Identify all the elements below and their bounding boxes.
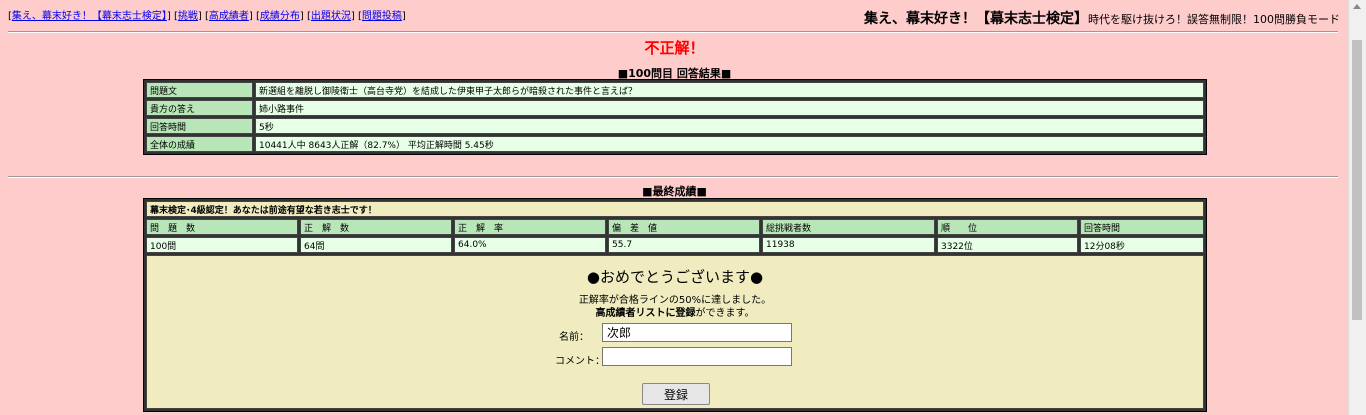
divider bbox=[8, 31, 1338, 33]
row-label: 貴方の答え bbox=[146, 100, 253, 116]
registration-message: 正解率が合格ラインの50%に達しました。 高成績者リストに登録ができます。 bbox=[147, 294, 1203, 320]
site-subtitle: 時代を駆け抜けろ！誤答無制限！100問勝負モード bbox=[1088, 13, 1340, 26]
row-value: 5秒 bbox=[255, 118, 1204, 134]
row-label: 問題文 bbox=[146, 82, 253, 98]
registration-row: ●おめでとうございます● 正解率が合格ラインの50%に達しました。 高成績者リス… bbox=[146, 255, 1204, 409]
comment-input[interactable] bbox=[602, 347, 792, 366]
registration-panel: ●おめでとうございます● 正解率が合格ラインの50%に達しました。 高成績者リス… bbox=[146, 255, 1204, 409]
table-row: 回答時間 5秒 bbox=[146, 118, 1204, 134]
table-header-row: 問 題 数 正 解 数 正 解 率 偏 差 値 総挑戦者数 順 位 回答時間 bbox=[146, 219, 1204, 235]
top-nav: [集え、幕末好き！【幕末志士検定】] [挑戦] [高成績者] [成績分布] [出… bbox=[8, 7, 406, 22]
row-value: 新選組を離脱し御陵衛士（高台寺党）を結成した伊東甲子太郎らが暗殺された事件と言え… bbox=[255, 82, 1204, 98]
nav-link-high-scores[interactable]: 高成績者 bbox=[209, 11, 249, 22]
table-row: 全体の成績 10441人中 8643人正解（82.7%） 平均正解時間 5.45… bbox=[146, 136, 1204, 152]
table-cell: 11938 bbox=[762, 237, 935, 253]
column-header: 回答時間 bbox=[1080, 219, 1204, 235]
table-cell: 12分08秒 bbox=[1080, 237, 1204, 253]
row-label: 全体の成績 bbox=[146, 136, 253, 152]
row-value: 姉小路事件 bbox=[255, 100, 1204, 116]
column-header: 偏 差 値 bbox=[608, 219, 760, 235]
nav-link-question-status[interactable]: 出題状況 bbox=[311, 11, 351, 22]
vertical-scrollbar[interactable] bbox=[1348, 0, 1366, 415]
nav-link-challenge[interactable]: 挑戦 bbox=[178, 11, 198, 22]
answer-result-table: 問題文 新選組を離脱し御陵衛士（高台寺党）を結成した伊東甲子太郎らが暗殺された事… bbox=[143, 79, 1207, 155]
column-header: 順 位 bbox=[937, 219, 1078, 235]
table-cell: 3322位 bbox=[937, 237, 1078, 253]
table-row: 貴方の答え 姉小路事件 bbox=[146, 100, 1204, 116]
comment-label: コメント： bbox=[555, 356, 605, 367]
row-value: 10441人中 8643人正解（82.7%） 平均正解時間 5.45秒 bbox=[255, 136, 1204, 152]
message-text: ができます。 bbox=[695, 308, 755, 319]
message-line: 正解率が合格ラインの50%に達しました。 bbox=[578, 295, 772, 306]
nav-bracket: [ bbox=[170, 11, 178, 22]
rank-message-row: 幕末検定･4級認定！あなたは前途有望な若き志士です！ bbox=[146, 201, 1204, 217]
table-cell: 64.0% bbox=[454, 237, 606, 253]
nav-bracket: [ bbox=[252, 11, 260, 22]
nav-link-submit-question[interactable]: 問題投稿 bbox=[362, 11, 402, 22]
table-cell: 55.7 bbox=[608, 237, 760, 253]
nav-bracket: [ bbox=[354, 11, 362, 22]
rank-message: 幕末検定･4級認定！あなたは前途有望な若き志士です！ bbox=[146, 201, 1204, 217]
table-cell: 64問 bbox=[300, 237, 452, 253]
name-input[interactable] bbox=[602, 323, 792, 342]
name-label: 名前： bbox=[559, 332, 589, 343]
scrollbar-thumb[interactable] bbox=[1352, 40, 1362, 320]
divider bbox=[8, 176, 1338, 178]
site-title: 集え、幕末好き！【幕末志士検定】 bbox=[864, 11, 1088, 27]
table-row: 100問 64問 64.0% 55.7 11938 3322位 12分08秒 bbox=[146, 237, 1204, 253]
column-header: 総挑戦者数 bbox=[762, 219, 935, 235]
register-button[interactable]: 登録 bbox=[642, 383, 710, 405]
nav-bracket: [ bbox=[303, 11, 311, 22]
table-row: 問題文 新選組を離脱し御陵衛士（高台寺党）を結成した伊東甲子太郎らが暗殺された事… bbox=[146, 82, 1204, 98]
verdict-text: 不正解！ bbox=[644, 39, 705, 57]
column-header: 問 題 数 bbox=[146, 219, 298, 235]
scroll-up-icon[interactable] bbox=[1353, 4, 1361, 9]
final-result-caption: ■最終成績■ bbox=[642, 185, 707, 198]
final-result-table: 幕末検定･4級認定！あなたは前途有望な若き志士です！ 問 題 数 正 解 数 正… bbox=[143, 198, 1207, 412]
nav-bracket: ] bbox=[401, 11, 406, 22]
nav-link-score-distribution[interactable]: 成績分布 bbox=[260, 11, 300, 22]
row-label: 回答時間 bbox=[146, 118, 253, 134]
message-line: 高成績者リストに登録ができます。 bbox=[147, 307, 1203, 320]
site-brand: 集え、幕末好き！【幕末志士検定】時代を駆け抜けろ！誤答無制限！100問勝負モード bbox=[864, 8, 1340, 28]
table-cell: 100問 bbox=[146, 237, 298, 253]
message-emphasis: 高成績者リストに登録 bbox=[595, 308, 696, 319]
congrats-heading: ●おめでとうございます● bbox=[586, 268, 764, 286]
column-header: 正 解 率 bbox=[454, 219, 606, 235]
column-header: 正 解 数 bbox=[300, 219, 452, 235]
nav-bracket: [ bbox=[201, 11, 209, 22]
nav-link-home[interactable]: 集え、幕末好き！【幕末志士検定】 bbox=[12, 11, 167, 22]
